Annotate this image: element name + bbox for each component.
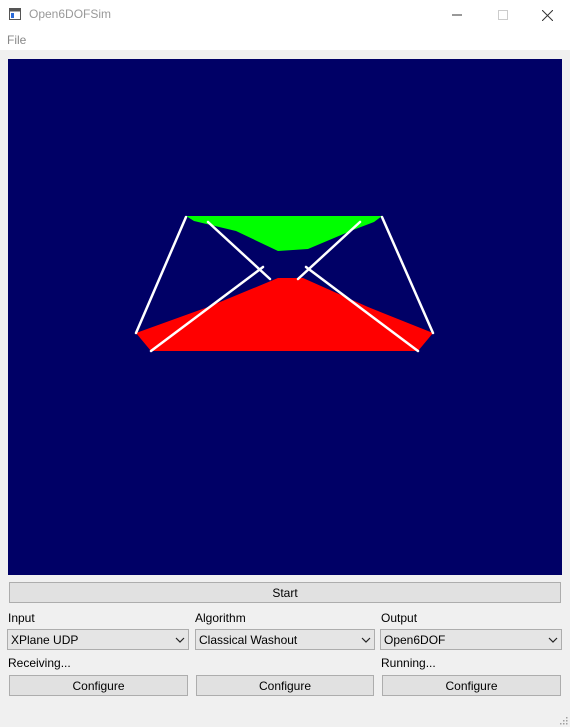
window-title: Open6DOFSim bbox=[29, 7, 112, 21]
minimize-button[interactable] bbox=[434, 0, 480, 30]
input-select[interactable]: XPlane UDP bbox=[7, 629, 189, 650]
maximize-icon bbox=[498, 10, 508, 20]
start-button[interactable]: Start bbox=[9, 582, 561, 603]
chevron-down-icon bbox=[361, 637, 371, 643]
resize-grip-icon[interactable] bbox=[558, 715, 568, 725]
input-label: Input bbox=[8, 611, 35, 625]
algorithm-select-value: Classical Washout bbox=[199, 633, 298, 647]
close-button[interactable] bbox=[524, 0, 570, 30]
algorithm-label: Algorithm bbox=[195, 611, 246, 625]
minimize-icon bbox=[452, 14, 462, 16]
output-select-value: Open6DOF bbox=[384, 633, 446, 647]
title-bar: Open6DOFSim bbox=[0, 0, 570, 30]
input-configure-button[interactable]: Configure bbox=[9, 675, 188, 696]
simulation-viewport[interactable] bbox=[8, 59, 562, 575]
output-configure-button[interactable]: Configure bbox=[382, 675, 561, 696]
input-select-value: XPlane UDP bbox=[11, 633, 79, 647]
chevron-down-icon bbox=[175, 637, 185, 643]
chevron-down-icon bbox=[548, 637, 558, 643]
output-select[interactable]: Open6DOF bbox=[380, 629, 562, 650]
menu-bar: File bbox=[0, 30, 570, 50]
maximize-button[interactable] bbox=[480, 0, 526, 30]
input-status: Receiving... bbox=[8, 656, 71, 670]
menu-file[interactable]: File bbox=[7, 33, 26, 47]
app-icon bbox=[9, 8, 21, 20]
close-icon bbox=[541, 9, 553, 21]
output-label: Output bbox=[381, 611, 418, 625]
algorithm-configure-button[interactable]: Configure bbox=[196, 675, 374, 696]
output-status: Running... bbox=[381, 656, 436, 670]
algorithm-select[interactable]: Classical Washout bbox=[195, 629, 375, 650]
